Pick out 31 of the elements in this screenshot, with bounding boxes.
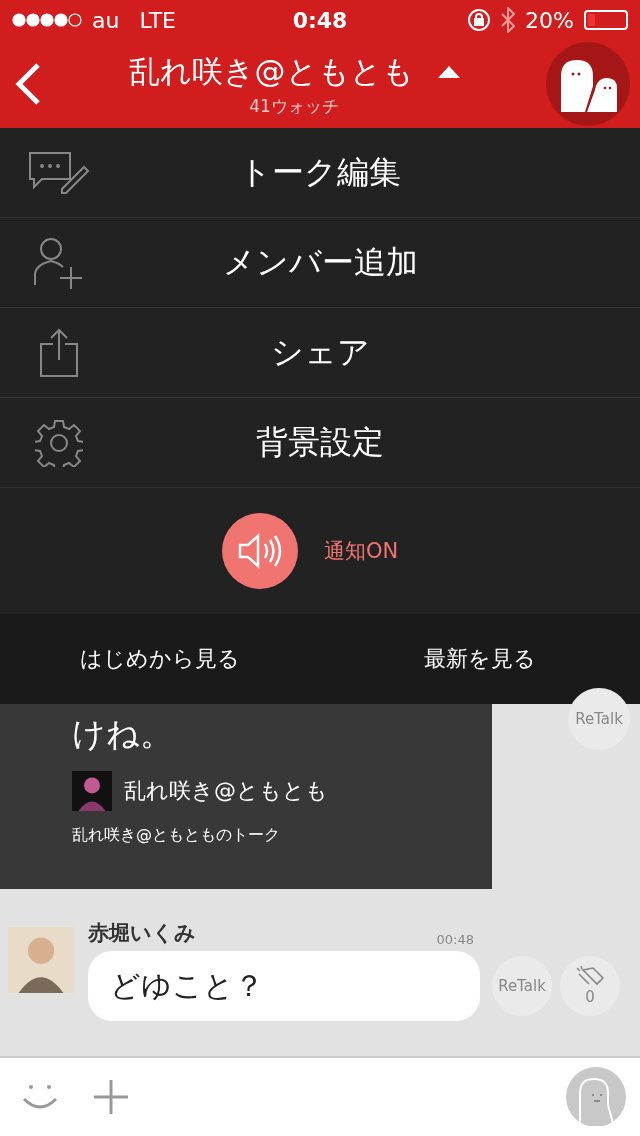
clap-count: 0 [585, 988, 595, 1006]
menu-item[interactable]: 背景設定 [0, 398, 640, 488]
carrier-name: au [92, 7, 120, 33]
watch-count: 41ウォッチ [249, 94, 339, 118]
emoji-button[interactable] [22, 1083, 58, 1111]
clock-time: 0:48 [292, 7, 348, 33]
bluetooth-icon [501, 7, 516, 33]
collapse-triangle-icon[interactable] [437, 65, 460, 78]
speech-bubble-pencil-icon [28, 150, 90, 195]
gear-icon [35, 418, 83, 467]
card-text: けね。 [72, 713, 174, 755]
chat-title: 乱れ咲き@ともとも [128, 51, 414, 91]
signal-icon [12, 13, 82, 27]
back-button[interactable] [14, 62, 42, 106]
jump-button[interactable]: はじめから見る [0, 614, 320, 704]
author-name: 乱れ咲き@ともとも [124, 777, 328, 805]
notification-status: 通知ON [323, 538, 399, 565]
rotation-lock-icon [467, 8, 492, 32]
menu-item[interactable]: メンバー追加 [0, 218, 640, 308]
message-time: 00:48 [436, 932, 474, 947]
add-button[interactable] [94, 1080, 128, 1114]
menu-item[interactable]: シェア [0, 308, 640, 398]
sender-name: 赤堀いくみ [88, 920, 196, 947]
talk-source: 乱れ咲き@ともとものトーク [72, 825, 281, 846]
share-icon [39, 327, 79, 378]
network-type: LTE [139, 7, 176, 33]
menu-item[interactable]: トーク編集 [0, 128, 640, 218]
battery-icon [584, 10, 628, 30]
speaker-icon [237, 533, 282, 569]
battery-percent: 20% [525, 7, 574, 33]
message-bubble: どゆこと？ [88, 951, 480, 1021]
